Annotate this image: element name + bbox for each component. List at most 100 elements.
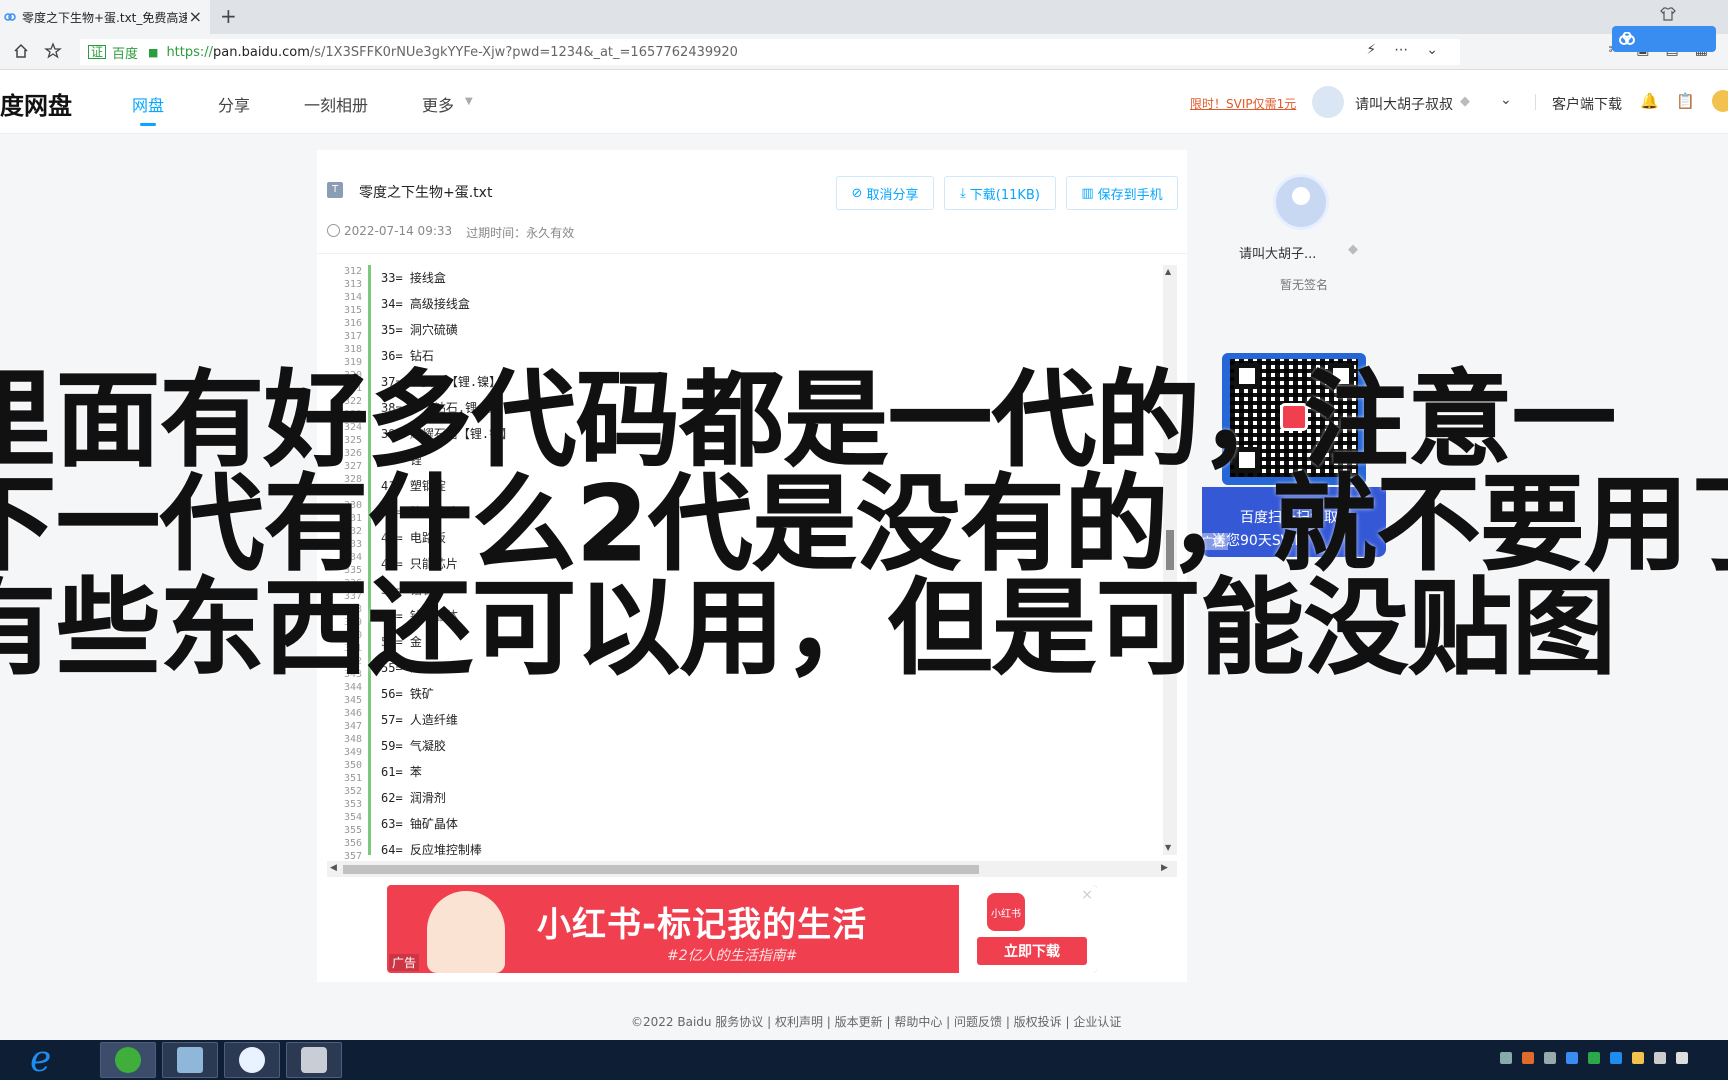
cancel-share-button[interactable]: ⊘ 取消分享 bbox=[836, 176, 934, 210]
cert-badge: 证 bbox=[88, 45, 107, 59]
lightning-icon[interactable]: ⚡ bbox=[1366, 42, 1376, 58]
ad-mascot bbox=[427, 891, 505, 973]
netdisk-cloud-icon bbox=[1619, 32, 1635, 45]
line-number: 327 bbox=[343, 461, 362, 472]
netdisk-header: 度网盘 网盘 分享 一刻相册 更多 ▼ 限时！SVIP仅需1元 请叫大胡子叔叔 … bbox=[0, 70, 1728, 134]
divider bbox=[317, 253, 1187, 254]
line-number: 356 bbox=[343, 838, 362, 849]
clipboard-icon[interactable]: 📋 bbox=[1676, 92, 1695, 110]
browser-tab[interactable]: 零度之下生物+蛋.txt_免费高速 × bbox=[0, 0, 210, 34]
ad-slogan: 小红书-标记我的生活 bbox=[537, 905, 868, 945]
user-menu-chevron-icon[interactable]: ⌄ bbox=[1500, 92, 1512, 108]
line-number: 313 bbox=[343, 279, 362, 290]
volume-icon[interactable] bbox=[1676, 1052, 1688, 1064]
nav-netdisk[interactable]: 网盘 bbox=[132, 92, 164, 126]
footer-links[interactable]: ©2022 Baidu 服务协议 | 权利声明 | 版本更新 | 帮助中心 | … bbox=[631, 1013, 1121, 1030]
share-favicon-icon bbox=[4, 13, 16, 21]
scroll-down-icon[interactable]: ▼ bbox=[1165, 843, 1171, 852]
text-viewer[interactable]: 312 313 314 315 316 317 318 319 320 321 322 323 324 3… bbox=[327, 265, 1177, 878]
profile-name[interactable]: 请叫大胡子... bbox=[1239, 243, 1316, 262]
line-number: 329 bbox=[343, 487, 362, 498]
vertical-scroll-thumb[interactable] bbox=[1166, 530, 1174, 570]
taskbar-app-browser[interactable] bbox=[100, 1042, 156, 1078]
line-number: 315 bbox=[343, 305, 362, 316]
tray-blue-icon[interactable] bbox=[1610, 1052, 1622, 1064]
text-line: 39= 辉耀石岩【锂.镍】 bbox=[381, 427, 514, 441]
file-date: 2022-07-14 09:33 bbox=[327, 224, 452, 241]
phone-icon: ▥ bbox=[1081, 185, 1094, 201]
explorer-app-icon bbox=[177, 1047, 203, 1073]
new-tab-button[interactable]: + bbox=[220, 4, 237, 28]
taskbar-app-netdisk[interactable] bbox=[224, 1042, 280, 1078]
svip-promo-link[interactable]: 限时！SVIP仅需1元 bbox=[1190, 95, 1296, 112]
line-number: 339 bbox=[343, 617, 362, 628]
horizontal-scroll-thumb[interactable] bbox=[343, 865, 979, 874]
line-number: 343 bbox=[343, 669, 362, 680]
bell-icon[interactable]: 🔔 bbox=[1640, 92, 1659, 110]
share-file-card: T 零度之下生物+蛋.txt ⊘ 取消分享 ⤓ 下载(11KB) ▥ 保存到手机… bbox=[317, 150, 1187, 982]
tray-netdisk-icon[interactable] bbox=[1566, 1052, 1578, 1064]
tray-app-icon[interactable] bbox=[1522, 1052, 1534, 1064]
baidu-netdisk-extension[interactable] bbox=[1612, 26, 1716, 52]
nav-album[interactable]: 一刻相册 bbox=[304, 92, 368, 116]
text-line: 44= 只能芯片 bbox=[381, 557, 458, 571]
text-line: 36= 钻石 bbox=[381, 349, 434, 363]
avatar[interactable] bbox=[1312, 86, 1344, 118]
lock-icon: ■ bbox=[148, 45, 159, 59]
profile-avatar[interactable] bbox=[1273, 174, 1329, 230]
text-line: 34= 高级接线盒 bbox=[381, 297, 470, 311]
coin-icon[interactable] bbox=[1712, 90, 1728, 112]
ad-download-button[interactable]: 立即下载 bbox=[977, 937, 1087, 965]
qr-caption[interactable]: 百度扫一扫领取 送您90天SVIP 广告 bbox=[1198, 487, 1386, 557]
url-field[interactable]: 证 百度 ■ https:// pan.baidu.com /s/1X3SFFK… bbox=[80, 39, 1460, 65]
vertical-scrollbar[interactable]: ▲ ▼ bbox=[1163, 265, 1177, 855]
line-number: 321 bbox=[343, 383, 362, 394]
line-number: 345 bbox=[343, 695, 362, 706]
wechat-icon[interactable] bbox=[1588, 1052, 1600, 1064]
ie-icon[interactable]: e bbox=[30, 1042, 51, 1078]
address-actions: ⚡ ⋯ ⌄ bbox=[1366, 42, 1438, 58]
shirt-icon[interactable] bbox=[1660, 6, 1676, 22]
download-button[interactable]: ⤓ 下载(11KB) bbox=[944, 176, 1056, 210]
network-icon[interactable] bbox=[1654, 1052, 1666, 1064]
client-download-link[interactable]: 客户端下载 bbox=[1552, 94, 1622, 114]
home-icon[interactable] bbox=[12, 42, 30, 60]
line-number: 341 bbox=[343, 643, 362, 654]
line-number: 322 bbox=[343, 396, 362, 407]
tab-close-icon[interactable]: × bbox=[189, 7, 202, 26]
xiaohongshu-ad-banner[interactable]: 小红书-标记我的生活 #2亿人的生活指南# 小红书 立即下载 广告 × bbox=[387, 885, 1097, 973]
line-number-gutter: 312 313 314 315 316 317 318 319 320 321 322 323 324 3… bbox=[327, 265, 371, 862]
horizontal-scrollbar[interactable]: ◀ ▶ bbox=[327, 861, 1177, 877]
file-meta: 2022-07-14 09:33 过期时间：永久有效 bbox=[327, 224, 574, 241]
scroll-up-icon[interactable]: ▲ bbox=[1165, 267, 1171, 276]
nav-more[interactable]: 更多 bbox=[422, 92, 454, 116]
taskbar-app-explorer[interactable] bbox=[162, 1042, 218, 1078]
taskbar-app-recorder[interactable] bbox=[286, 1042, 342, 1078]
scroll-right-icon[interactable]: ▶ bbox=[1161, 863, 1168, 873]
header-username[interactable]: 请叫大胡子叔叔 bbox=[1355, 94, 1453, 114]
ad-close-icon[interactable]: × bbox=[1081, 887, 1093, 903]
save-phone-label: 保存到手机 bbox=[1097, 187, 1163, 203]
line-number: 346 bbox=[343, 708, 362, 719]
keyboard-icon[interactable] bbox=[1500, 1052, 1512, 1064]
line-number: 318 bbox=[343, 344, 362, 355]
more-icon[interactable]: ⋯ bbox=[1394, 42, 1408, 58]
qr-ad-tag: 广告 bbox=[1198, 533, 1229, 550]
line-number: 331 bbox=[343, 513, 362, 524]
text-line: 37= 玄武岩【锂.镍】 bbox=[381, 375, 502, 389]
nav-share[interactable]: 分享 bbox=[218, 92, 250, 116]
tab-title: 零度之下生物+蛋.txt_免费高速 bbox=[22, 10, 187, 25]
text-line: 53= 金 bbox=[381, 635, 422, 649]
vip-diamond-icon: ◆ bbox=[1348, 242, 1358, 257]
qr-code bbox=[1230, 359, 1358, 477]
save-to-phone-button[interactable]: ▥ 保存到手机 bbox=[1066, 176, 1178, 210]
netdisk-logo[interactable]: 度网盘 bbox=[0, 86, 72, 121]
qr-finder bbox=[1234, 447, 1260, 473]
steam-icon[interactable] bbox=[1544, 1052, 1556, 1064]
star-icon[interactable] bbox=[44, 42, 62, 60]
scroll-left-icon[interactable]: ◀ bbox=[330, 863, 337, 873]
tray-yellow-icon[interactable] bbox=[1632, 1052, 1644, 1064]
chevron-down-icon[interactable]: ⌄ bbox=[1426, 42, 1438, 58]
line-number: 312 bbox=[343, 266, 362, 277]
qr-logo bbox=[1280, 403, 1308, 431]
